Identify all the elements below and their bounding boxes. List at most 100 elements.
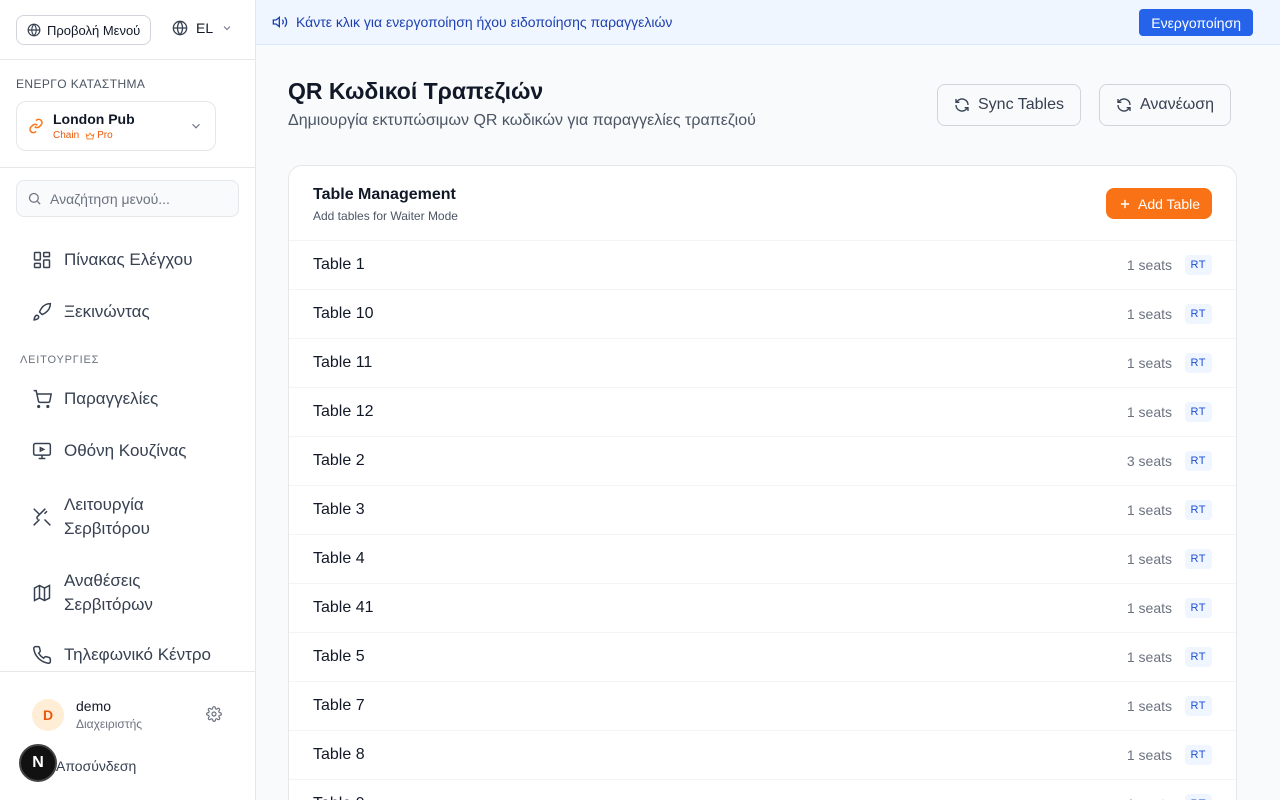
table-badge: RT: [1184, 696, 1212, 716]
table-seats: 1 seats: [1126, 306, 1172, 322]
table-row[interactable]: Table 5 1 seats RT: [289, 633, 1236, 682]
store-plan-badge: Pro: [85, 130, 113, 141]
active-store-section: ΕΝΕΡΓΟ ΚΑΤΑΣΤΗΜΑ London Pub Chain Pro: [0, 60, 255, 168]
table-name: Table 12: [313, 403, 374, 420]
cart-icon: [33, 389, 52, 409]
globe-icon: [27, 23, 41, 37]
menu-search-input[interactable]: [50, 190, 220, 207]
table-row[interactable]: Table 9 1 seats RT: [289, 780, 1236, 800]
table-name: Table 4: [313, 550, 365, 567]
enable-sound-button[interactable]: Ενεργοποίηση: [1139, 9, 1253, 36]
sync-tables-label: Sync Tables: [978, 96, 1064, 113]
table-name: Table 3: [313, 501, 365, 518]
table-name: Table 9: [313, 795, 365, 800]
table-badge: RT: [1184, 647, 1212, 667]
sidebar-header: Προβολή Μενού EL: [0, 0, 255, 60]
table-name: Table 8: [313, 746, 365, 763]
sidebar-item-label: Σερβιτόρου: [64, 519, 150, 538]
sidebar-item-getting-started[interactable]: Ξεκινώντας: [16, 302, 240, 322]
sidebar-item-orders[interactable]: Παραγγελίες: [16, 389, 240, 409]
framework-badge[interactable]: N: [19, 744, 57, 782]
table-badge: RT: [1184, 353, 1212, 373]
sidebar-item-kitchen-display[interactable]: Οθόνη Κουζίνας: [16, 441, 240, 461]
table-badge: RT: [1184, 402, 1212, 422]
table-seats: 1 seats: [1126, 698, 1172, 714]
rocket-icon: [33, 302, 52, 321]
avatar: D: [32, 699, 64, 731]
refresh-icon: [1117, 98, 1131, 112]
page-subtitle: Δημιουργία εκτυπώσιμων QR κωδικών για πα…: [288, 112, 756, 129]
sidebar-item-label-block: Αναθέσεις Σερβιτόρων: [64, 569, 153, 617]
table-row[interactable]: Table 7 1 seats RT: [289, 682, 1236, 731]
link-icon: [29, 118, 43, 134]
table-name: Table 7: [313, 697, 365, 714]
active-store-label: ΕΝΕΡΓΟ ΚΑΤΑΣΤΗΜΑ: [16, 77, 146, 91]
table-seats: 1 seats: [1126, 257, 1172, 273]
sidebar-item-label: Λειτουργία: [64, 495, 144, 514]
sidebar-item-label: Πίνακας Ελέγχου: [64, 250, 193, 269]
menu-search: [16, 180, 239, 217]
refresh-button[interactable]: Ανανέωση: [1099, 84, 1232, 126]
add-table-label: Add Table: [1137, 195, 1200, 212]
sync-tables-button[interactable]: Sync Tables: [937, 84, 1081, 126]
banner-text: Κάντε κλικ για ενεργοποίηση ήχου ειδοποί…: [296, 14, 673, 30]
store-type: Chain: [53, 130, 80, 141]
table-badge: RT: [1184, 745, 1212, 765]
sidebar-item-dashboard[interactable]: Πίνακας Ελέγχου: [16, 250, 240, 270]
table-row[interactable]: Table 12 1 seats RT: [289, 388, 1236, 437]
table-badge: RT: [1184, 500, 1212, 520]
table-badge: RT: [1184, 255, 1212, 275]
table-seats: 1 seats: [1127, 796, 1172, 800]
sidebar-item-label: Αναθέσεις: [64, 571, 141, 590]
sidebar: Προβολή Μενού EL ΕΝΕΡΓΟ ΚΑΤΑΣΤΗΜΑ London…: [0, 0, 256, 800]
table-row[interactable]: Table 1 1 seats RT: [289, 241, 1236, 290]
sidebar-item-label: Τηλεφωνικό Κέντρο: [64, 645, 211, 664]
table-row[interactable]: Table 4 1 seats RT: [289, 535, 1236, 584]
sidebar-item-label-block: Λειτουργία Σερβιτόρου: [64, 493, 150, 541]
search-icon: [28, 192, 41, 205]
table-list: Table 11 seats RT Table 10 1 seats RT Table 1…: [289, 241, 1236, 800]
utensils-icon: [33, 508, 51, 526]
table-management-card: Table Management Add tables for Waiter M…: [288, 165, 1237, 800]
store-selector[interactable]: London Pub Chain Pro: [16, 101, 216, 151]
store-meta: Chain Pro: [53, 130, 113, 141]
sidebar-item-label: Παραγγελίες: [64, 389, 159, 408]
table-row[interactable]: Table 41 1 seats RT: [289, 584, 1236, 633]
table-row[interactable]: Table 2 3 seats RT: [289, 437, 1236, 486]
table-name: Table 10: [313, 305, 374, 322]
table-seats: 1 seats: [1126, 502, 1172, 518]
sidebar-item-waiter-assignments[interactable]: Αναθέσεις Σερβιτόρων: [16, 569, 240, 617]
sidebar-item-call-center[interactable]: Τηλεφωνικό Κέντρο: [16, 645, 240, 665]
chevron-down-icon: [192, 123, 200, 129]
sidebar-item-label: Οθόνη Κουζίνας: [64, 441, 187, 460]
table-seats: 3 seats: [1126, 453, 1172, 469]
table-badge: RT: [1184, 304, 1212, 324]
crown-icon: [85, 131, 95, 139]
sidebar-item-label: Ξεκινώντας: [64, 302, 150, 321]
table-badge: RT: [1184, 451, 1212, 471]
table-seats: 1 seats: [1126, 355, 1172, 371]
main-content: QR Κωδικοί Τραπεζιών Δημιουργία εκτυπώσι…: [256, 45, 1280, 800]
card-header: Table Management Add tables for Waiter M…: [289, 166, 1236, 241]
table-row[interactable]: Table 10 1 seats RT: [289, 290, 1236, 339]
card-title: Table Management: [313, 186, 456, 203]
sidebar-item-label: Σερβιτόρων: [64, 595, 153, 614]
table-row[interactable]: Table 11 1 seats RT: [289, 339, 1236, 388]
gear-icon[interactable]: [206, 706, 222, 722]
table-seats: 1 seats: [1126, 600, 1172, 616]
table-badge: RT: [1184, 794, 1212, 800]
logout-link[interactable]: Αποσύνδεση: [56, 758, 136, 774]
menu-view-label: Προβολή Μενού: [47, 22, 141, 38]
store-plan: Pro: [97, 130, 113, 141]
table-name: Table 11: [313, 354, 373, 371]
table-row[interactable]: Table 8 1 seats RT: [289, 731, 1236, 780]
table-seats: 1 seats: [1126, 649, 1172, 665]
language-selector[interactable]: EL: [172, 20, 233, 36]
sidebar-item-waiter-mode[interactable]: Λειτουργία Σερβιτόρου: [16, 493, 240, 541]
menu-view-button[interactable]: Προβολή Μενού: [16, 15, 152, 45]
refresh-icon: [955, 98, 969, 112]
add-table-button[interactable]: Add Table: [1105, 188, 1212, 219]
table-row[interactable]: Table 3 1 seats RT: [289, 486, 1236, 535]
table-badge: RT: [1184, 549, 1212, 569]
refresh-label: Ανανέωση: [1140, 96, 1215, 113]
